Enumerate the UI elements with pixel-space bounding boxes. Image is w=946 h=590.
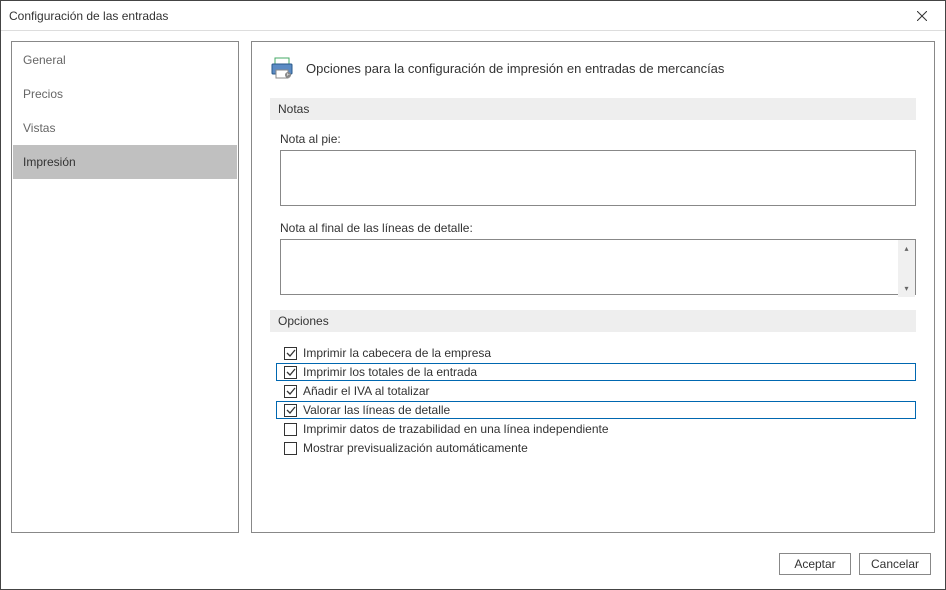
option-row-trazabilidad: Imprimir datos de trazabilidad en una lí… [276,420,916,438]
section-header-notas: Notas [270,98,916,120]
option-row-valorar: Valorar las líneas de detalle [276,401,916,419]
scroll-up-icon[interactable]: ▴ [898,240,915,257]
scroll-down-icon[interactable]: ▾ [898,280,915,297]
content-header-text: Opciones para la configuración de impres… [306,61,724,76]
sidebar-item-general[interactable]: General [13,43,237,77]
option-label: Imprimir datos de trazabilidad en una lí… [303,422,609,436]
checkbox-iva[interactable] [284,385,297,398]
endnote-input[interactable] [280,239,916,295]
checkbox-trazabilidad[interactable] [284,423,297,436]
sidebar-item-vistas[interactable]: Vistas [13,111,237,145]
ok-label: Aceptar [794,557,835,571]
options-list: Imprimir la cabecera de la empresa Impri… [276,344,916,457]
footnote-label: Nota al pie: [280,132,916,146]
window-title: Configuración de las entradas [9,9,899,23]
section-header-opciones: Opciones [270,310,916,332]
option-label: Imprimir la cabecera de la empresa [303,346,491,360]
close-icon [917,11,927,21]
sidebar: General Precios Vistas Impresión [11,41,239,533]
sidebar-item-precios[interactable]: Precios [13,77,237,111]
printer-icon [270,56,294,80]
sidebar-item-label: Impresión [23,155,76,169]
option-row-cabecera: Imprimir la cabecera de la empresa [276,344,916,362]
ok-button[interactable]: Aceptar [779,553,851,575]
option-row-previsualizacion: Mostrar previsualización automáticamente [276,439,916,457]
option-label: Mostrar previsualización automáticamente [303,441,528,455]
checkbox-cabecera[interactable] [284,347,297,360]
checkbox-previsualizacion[interactable] [284,442,297,455]
cancel-button[interactable]: Cancelar [859,553,931,575]
option-row-totales: Imprimir los totales de la entrada [276,363,916,381]
cancel-label: Cancelar [871,557,919,571]
titlebar: Configuración de las entradas [1,1,945,31]
scrollbar[interactable]: ▴ ▾ [898,240,915,297]
checkbox-valorar[interactable] [284,404,297,417]
content-header: Opciones para la configuración de impres… [270,56,916,80]
option-label: Imprimir los totales de la entrada [303,365,477,379]
content-panel: Opciones para la configuración de impres… [251,41,935,533]
option-label: Añadir el IVA al totalizar [303,384,430,398]
footnote-input[interactable] [280,150,916,206]
option-label: Valorar las líneas de detalle [303,403,450,417]
check-icon [286,348,296,358]
sidebar-item-label: General [23,53,66,67]
sidebar-item-label: Precios [23,87,63,101]
sidebar-item-label: Vistas [23,121,55,135]
check-icon [286,405,296,415]
check-icon [286,367,296,377]
option-row-iva: Añadir el IVA al totalizar [276,382,916,400]
button-bar: Aceptar Cancelar [1,543,945,589]
dialog-body: General Precios Vistas Impresión Opcione… [1,31,945,543]
endnote-label: Nota al final de las líneas de detalle: [280,221,916,235]
check-icon [286,386,296,396]
close-button[interactable] [899,1,945,31]
checkbox-totales[interactable] [284,366,297,379]
sidebar-item-impresion[interactable]: Impresión [13,145,237,179]
